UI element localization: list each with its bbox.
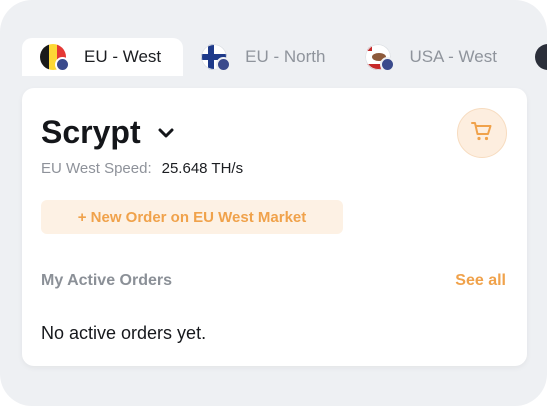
tab-usa-west[interactable]: USA - West xyxy=(347,38,519,76)
new-order-button[interactable]: + New Order on EU West Market xyxy=(41,200,343,234)
active-orders-title: My Active Orders xyxy=(41,272,173,289)
more-tabs-flag-icon[interactable] xyxy=(534,44,547,70)
tab-eu-west[interactable]: EU - West xyxy=(22,38,184,76)
speed-value: 25.648 TH/s xyxy=(161,160,244,177)
chevron-down-icon xyxy=(157,124,175,142)
market-card: Scrypt EU West Speed: 25.648 TH/s + New … xyxy=(22,88,527,366)
speed-label: EU West Speed: xyxy=(41,160,152,177)
tab-label: USA - West xyxy=(409,47,497,66)
app-frame: EU - West EU - North USA - West Scrypt E… xyxy=(0,0,547,406)
market-tabs: EU - West EU - North USA - West xyxy=(22,38,547,76)
california-flag-icon xyxy=(365,44,396,72)
finland-flag-icon xyxy=(201,44,232,72)
tab-label: EU - West xyxy=(84,47,162,66)
cart-button[interactable] xyxy=(457,108,507,158)
algorithm-selector[interactable]: Scrypt xyxy=(41,114,175,151)
empty-orders-message: No active orders yet. xyxy=(41,323,207,343)
tab-eu-north[interactable]: EU - North xyxy=(183,38,347,76)
tab-label: EU - North xyxy=(245,47,326,66)
algorithm-title: Scrypt xyxy=(41,114,141,150)
cart-icon xyxy=(470,119,494,148)
active-orders-header: My Active Orders See all xyxy=(41,272,506,290)
belgium-flag-icon xyxy=(40,44,70,72)
speed-readout: EU West Speed: 25.648 TH/s xyxy=(41,160,243,177)
see-all-link[interactable]: See all xyxy=(455,272,506,290)
